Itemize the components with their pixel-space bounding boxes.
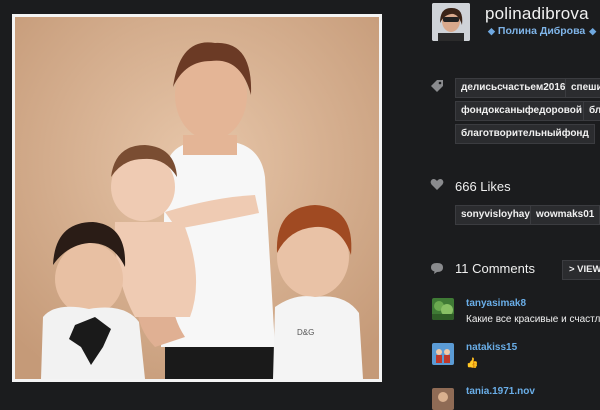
liker-chip[interactable]: sonyvisloyhaya	[455, 205, 542, 225]
heart-icon	[430, 179, 444, 190]
author-username[interactable]: polinadibrova	[485, 4, 589, 24]
comment-username[interactable]: tania.1971.nov	[466, 386, 535, 397]
tag-chip[interactable]: благотворительныйфонд	[455, 124, 595, 144]
diamond-icon: ◆	[589, 26, 597, 36]
comment-text: Какие все красивые и счастли	[466, 314, 600, 325]
liker-chip[interactable]: wowmaks01	[530, 205, 600, 225]
author-avatar[interactable]	[432, 3, 470, 41]
tag-icon	[431, 80, 443, 92]
likes-count: 666 Likes	[455, 179, 511, 194]
comment-icon	[431, 263, 443, 274]
svg-text:D&G: D&G	[297, 328, 314, 337]
comment-text: 👍	[466, 358, 479, 369]
diamond-icon: ◆	[488, 26, 495, 36]
tag-chip[interactable]: делисьсчастьем2016	[455, 78, 572, 98]
post-photo-frame: D&G	[12, 14, 382, 382]
tag-chip[interactable]: благ	[583, 101, 600, 121]
tag-chip[interactable]: спеши	[565, 78, 600, 98]
comment-username[interactable]: natakiss15	[466, 342, 517, 353]
commenter-avatar[interactable]	[432, 343, 454, 365]
author-fullname-text: Полина Диброва	[497, 25, 586, 37]
comments-count: 11 Comments	[455, 261, 535, 276]
comment-username[interactable]: tanyasimak8	[466, 298, 526, 309]
post-photo[interactable]: D&G	[15, 17, 379, 379]
commenter-avatar[interactable]	[432, 298, 454, 320]
tag-chip[interactable]: фондоксаныфедоровой	[455, 101, 589, 121]
commenter-avatar[interactable]	[432, 388, 454, 410]
view-all-comments-button[interactable]: > VIEW A	[562, 260, 600, 280]
author-fullname[interactable]: ◆ Полина Диброва ◆	[488, 25, 596, 37]
